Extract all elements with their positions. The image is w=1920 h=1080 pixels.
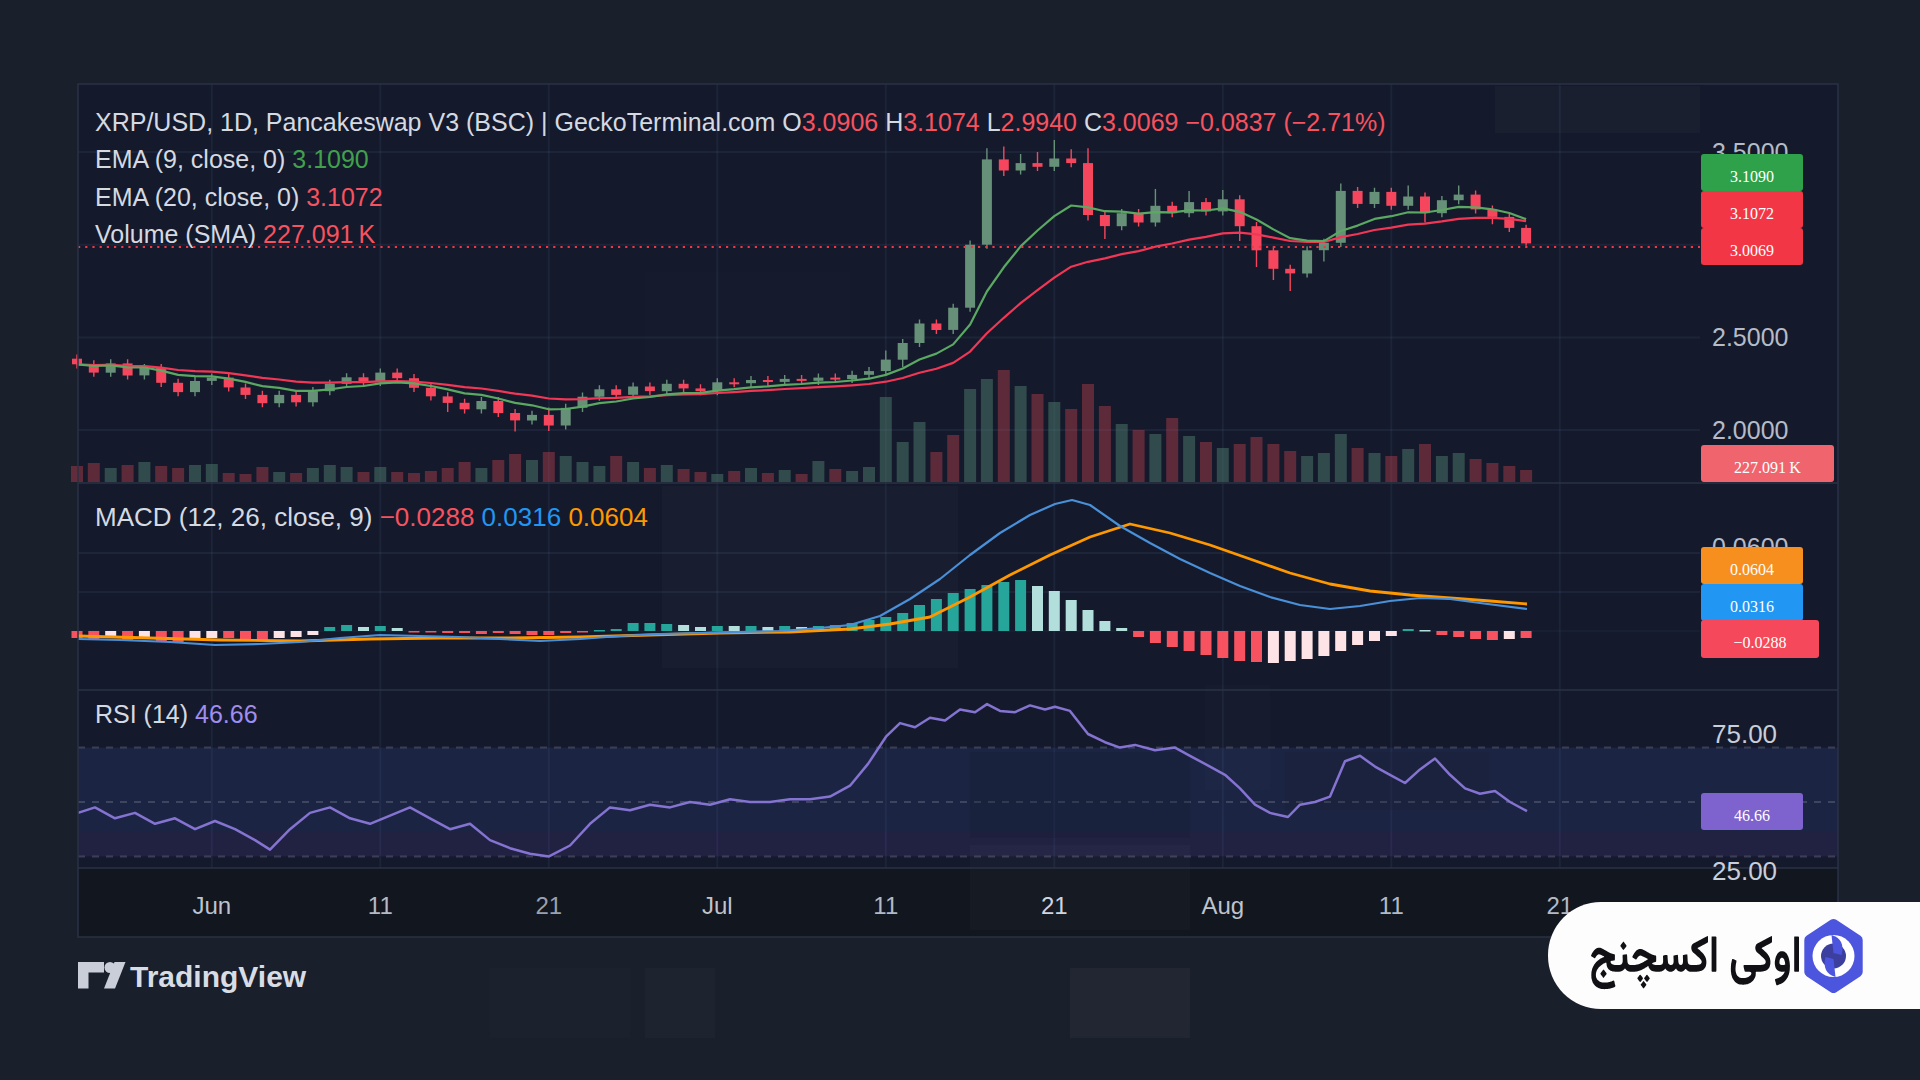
svg-text:75.00: 75.00 (1712, 719, 1777, 749)
svg-text:EMA (20, close, 0) 3.1072: EMA (20, close, 0) 3.1072 (95, 183, 383, 211)
svg-text:RSI (14) 46.66: RSI (14) 46.66 (95, 700, 258, 728)
svg-text:3.1072: 3.1072 (1730, 205, 1774, 222)
svg-text:11: 11 (873, 892, 898, 919)
svg-text:−0.0288: −0.0288 (1733, 634, 1786, 651)
svg-text:25.00: 25.00 (1712, 856, 1777, 886)
svg-text:EMA (9, close, 0) 3.1090: EMA (9, close, 0) 3.1090 (95, 145, 369, 173)
svg-text:46.66: 46.66 (1734, 807, 1770, 824)
svg-text:11: 11 (368, 892, 393, 919)
svg-text:3.0069: 3.0069 (1730, 242, 1774, 259)
svg-text:0.0316: 0.0316 (1730, 598, 1774, 615)
svg-text:11: 11 (1379, 892, 1404, 919)
svg-text:21: 21 (535, 892, 562, 919)
svg-text:Volume (SMA) 227.091 K: Volume (SMA) 227.091 K (95, 220, 375, 248)
svg-text:Jul: Jul (702, 892, 733, 919)
svg-text:3.1090: 3.1090 (1730, 168, 1774, 185)
svg-text:2.0000: 2.0000 (1712, 416, 1788, 444)
svg-text:XRP/USD, 1D, Pancakeswap V3 (B: XRP/USD, 1D, Pancakeswap V3 (BSC) | Geck… (95, 108, 1386, 136)
svg-text:0.0604: 0.0604 (1730, 561, 1774, 578)
svg-text:Jun: Jun (192, 892, 231, 919)
svg-text:21: 21 (1041, 892, 1068, 919)
svg-text:227.091 K: 227.091 K (1734, 459, 1801, 476)
svg-text:TradingView: TradingView (130, 960, 307, 993)
svg-text:MACD (12, 26, close, 9) −0.02: MACD (12, 26, close, 9) −0.0288 0.0316 0… (95, 502, 648, 532)
svg-text:Aug: Aug (1201, 892, 1244, 919)
svg-text:2.5000: 2.5000 (1712, 323, 1788, 351)
